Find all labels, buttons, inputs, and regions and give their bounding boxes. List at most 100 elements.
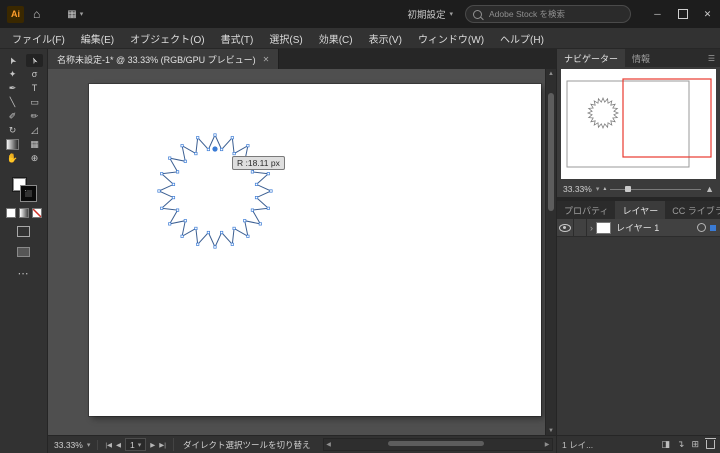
artboard[interactable]: R :18.11 px: [89, 84, 541, 416]
menu-file[interactable]: ファイル(F): [4, 31, 73, 46]
pencil-tool[interactable]: ✏: [26, 110, 43, 123]
layers-footer: 1 レイ... ◨ ↴ ⊞: [557, 435, 720, 453]
prev-artboard-button[interactable]: ◀: [116, 441, 121, 449]
zoom-tool[interactable]: ⊕: [26, 152, 43, 165]
artboard-number: 1: [130, 439, 135, 450]
paintbrush-tool[interactable]: ✐: [4, 110, 21, 123]
screen-mode-button[interactable]: [17, 247, 30, 257]
adobe-stock-search[interactable]: [465, 5, 631, 23]
line-segment-tool[interactable]: ╲: [4, 96, 21, 109]
scroll-down-icon[interactable]: ▼: [548, 426, 554, 435]
horizontal-scrollbar[interactable]: ◀ ▶: [322, 438, 553, 451]
artboard-number-field[interactable]: 1 ▾: [125, 438, 147, 451]
navigator-zoom-slider[interactable]: [610, 185, 702, 192]
gradient-button[interactable]: [18, 208, 29, 218]
navigator-panel: ナビゲーター 情報 ☰ 33.33% ▾ ▴ ▲: [557, 49, 720, 198]
scroll-up-icon[interactable]: ▲: [548, 69, 554, 78]
expand-layer-icon[interactable]: ›: [587, 223, 596, 233]
layer-thumbnail[interactable]: [596, 221, 611, 234]
first-artboard-button[interactable]: |◀: [105, 441, 112, 449]
direct-selection-tool[interactable]: ➢: [26, 54, 43, 67]
panel-menu-icon[interactable]: ☰: [703, 49, 720, 67]
statusbar: 33.33% ▾ |◀ ◀ 1 ▾ ▶ ▶| ダイレクト選択ツールを切り替え ◀: [48, 435, 556, 453]
star-path[interactable]: [157, 133, 273, 249]
new-sublayer-button[interactable]: ↴: [677, 439, 685, 450]
canvas[interactable]: R :18.11 px ▲ ▼: [48, 69, 556, 435]
color-type-buttons: [5, 208, 42, 218]
star-artwork[interactable]: [140, 116, 290, 266]
zoom-level-select[interactable]: 33.33% ▾: [54, 439, 99, 450]
lasso-tool[interactable]: σ: [26, 68, 43, 81]
rotate-tool[interactable]: ↻: [4, 124, 21, 137]
tab-cc-libraries[interactable]: CC ライブラリ: [665, 201, 720, 219]
menu-effect[interactable]: 効果(C): [311, 31, 361, 46]
workspace-switcher[interactable]: 初期設定 ▾: [407, 7, 453, 21]
menu-help[interactable]: ヘルプ(H): [492, 31, 552, 46]
hand-tool-icon: ✋: [6, 153, 19, 163]
home-icon[interactable]: ⌂: [33, 8, 40, 20]
selection-tool[interactable]: ➤: [4, 54, 21, 67]
tab-info[interactable]: 情報: [625, 49, 657, 67]
vertical-scrollbar[interactable]: ▲ ▼: [545, 69, 556, 435]
selection-tool-icon: ➤: [5, 55, 19, 67]
menu-object[interactable]: オブジェクト(O): [122, 31, 212, 46]
lock-toggle[interactable]: [574, 219, 587, 236]
scale-tool[interactable]: ◿: [26, 124, 43, 137]
scroll-right-icon[interactable]: ▶: [542, 441, 552, 448]
pen-tool[interactable]: ✒: [4, 82, 21, 95]
edit-toolbar-button[interactable]: ⋯: [18, 267, 30, 280]
visibility-toggle[interactable]: [557, 219, 574, 236]
scale-tool-icon: ◿: [31, 125, 38, 135]
next-artboard-button[interactable]: ▶: [150, 441, 155, 449]
zoom-slider-thumb[interactable]: [624, 185, 631, 192]
close-tab-icon[interactable]: ✕: [263, 55, 270, 64]
type-tool[interactable]: T: [26, 82, 43, 95]
make-clipping-mask-button[interactable]: ◨: [661, 439, 670, 450]
maximize-button[interactable]: [670, 0, 695, 28]
mesh-tool[interactable]: ▦: [26, 138, 43, 151]
menu-type[interactable]: 書式(T): [213, 31, 262, 46]
close-button[interactable]: ✕: [695, 0, 720, 28]
navigator-preview[interactable]: [557, 67, 720, 181]
artboard-navigation: |◀ ◀ 1 ▾ ▶ ▶|: [98, 438, 174, 451]
rectangle-tool[interactable]: ▭: [26, 96, 43, 109]
navigator-zoom-value[interactable]: 33.33%: [563, 184, 592, 194]
vertical-scroll-thumb[interactable]: [548, 93, 554, 211]
tab-layers[interactable]: レイヤー: [615, 201, 666, 219]
selected-anchor-point[interactable]: [212, 146, 218, 152]
none-button[interactable]: [31, 208, 42, 218]
menu-select[interactable]: 選択(S): [261, 31, 310, 46]
color-button[interactable]: [5, 208, 16, 218]
zoom-in-icon[interactable]: ▲: [705, 184, 714, 194]
fill-stroke-swatches[interactable]: [11, 177, 36, 201]
zoom-out-icon[interactable]: ▴: [603, 186, 606, 192]
search-input[interactable]: [487, 8, 623, 20]
tab-properties[interactable]: プロパティ: [557, 201, 615, 219]
menu-view[interactable]: 表示(V): [361, 31, 410, 46]
layer-name[interactable]: レイヤー 1: [616, 221, 659, 234]
tools-panel: ➤ ➢ ✦ σ ✒ T ╲ ▭ ✐ ✏ ↻ ◿ ▦ ✋ ⊕ ⋯: [0, 49, 48, 453]
draw-mode-button[interactable]: [17, 226, 30, 237]
gradient-tool[interactable]: [4, 138, 21, 151]
last-artboard-button[interactable]: ▶|: [159, 441, 166, 449]
stroke-color-swatch[interactable]: [20, 186, 36, 201]
layer-target-icon[interactable]: [697, 223, 706, 232]
hand-tool[interactable]: ✋: [4, 152, 21, 165]
arrange-documents-button[interactable]: ▦ ▾: [67, 9, 83, 20]
minimize-button[interactable]: ─: [645, 0, 670, 28]
layer-selection-indicator[interactable]: [710, 224, 716, 231]
menu-window[interactable]: ウィンドウ(W): [410, 31, 492, 46]
horizontal-scroll-thumb[interactable]: [387, 441, 484, 446]
magic-wand-tool[interactable]: ✦: [4, 68, 21, 81]
delete-layer-button[interactable]: [705, 438, 716, 449]
navigator-thumbnail: [561, 69, 716, 179]
layer-row[interactable]: › レイヤー 1: [557, 219, 720, 237]
document-tab[interactable]: 名称未設定-1* @ 33.33% (RGB/GPU プレビュー) ✕: [48, 49, 280, 69]
scroll-left-icon[interactable]: ◀: [324, 441, 334, 448]
pen-tool-icon: ✒: [8, 83, 17, 93]
menu-edit[interactable]: 編集(E): [73, 31, 122, 46]
new-layer-button[interactable]: ⊞: [691, 439, 699, 450]
tool-grid: ➤ ➢ ✦ σ ✒ T ╲ ▭ ✐ ✏ ↻ ◿ ▦ ✋ ⊕: [4, 54, 43, 165]
horizontal-scroll-track[interactable]: [334, 439, 543, 450]
tab-navigator[interactable]: ナビゲーター: [557, 49, 626, 67]
